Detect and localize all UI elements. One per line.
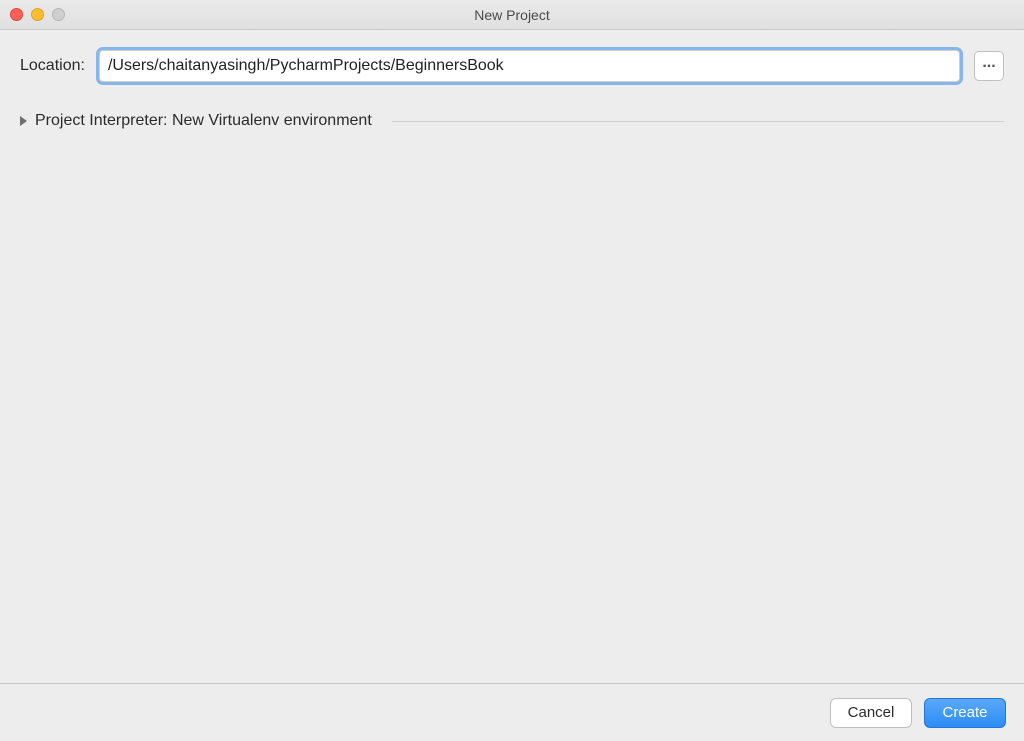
interpreter-label: Project Interpreter: New Virtualenv envi… — [35, 112, 372, 130]
zoom-icon — [52, 8, 65, 21]
window-title: New Project — [0, 7, 1024, 23]
browse-button[interactable]: ... — [974, 51, 1004, 81]
location-input-wrap — [99, 50, 960, 82]
cancel-button[interactable]: Cancel — [830, 698, 912, 728]
interpreter-row[interactable]: Project Interpreter: New Virtualenv envi… — [20, 108, 1004, 134]
location-input[interactable] — [99, 50, 960, 82]
location-row: Location: ... — [20, 50, 1004, 82]
window-controls — [10, 8, 65, 21]
location-label: Location: — [20, 57, 85, 75]
minimize-icon[interactable] — [31, 8, 44, 21]
create-button[interactable]: Create — [924, 698, 1006, 728]
chevron-right-icon[interactable] — [20, 116, 27, 126]
divider — [392, 121, 1004, 122]
title-bar: New Project — [0, 0, 1024, 30]
dialog-content: Location: ... Project Interpreter: New V… — [0, 30, 1024, 134]
close-icon[interactable] — [10, 8, 23, 21]
button-bar: Cancel Create — [0, 683, 1024, 741]
